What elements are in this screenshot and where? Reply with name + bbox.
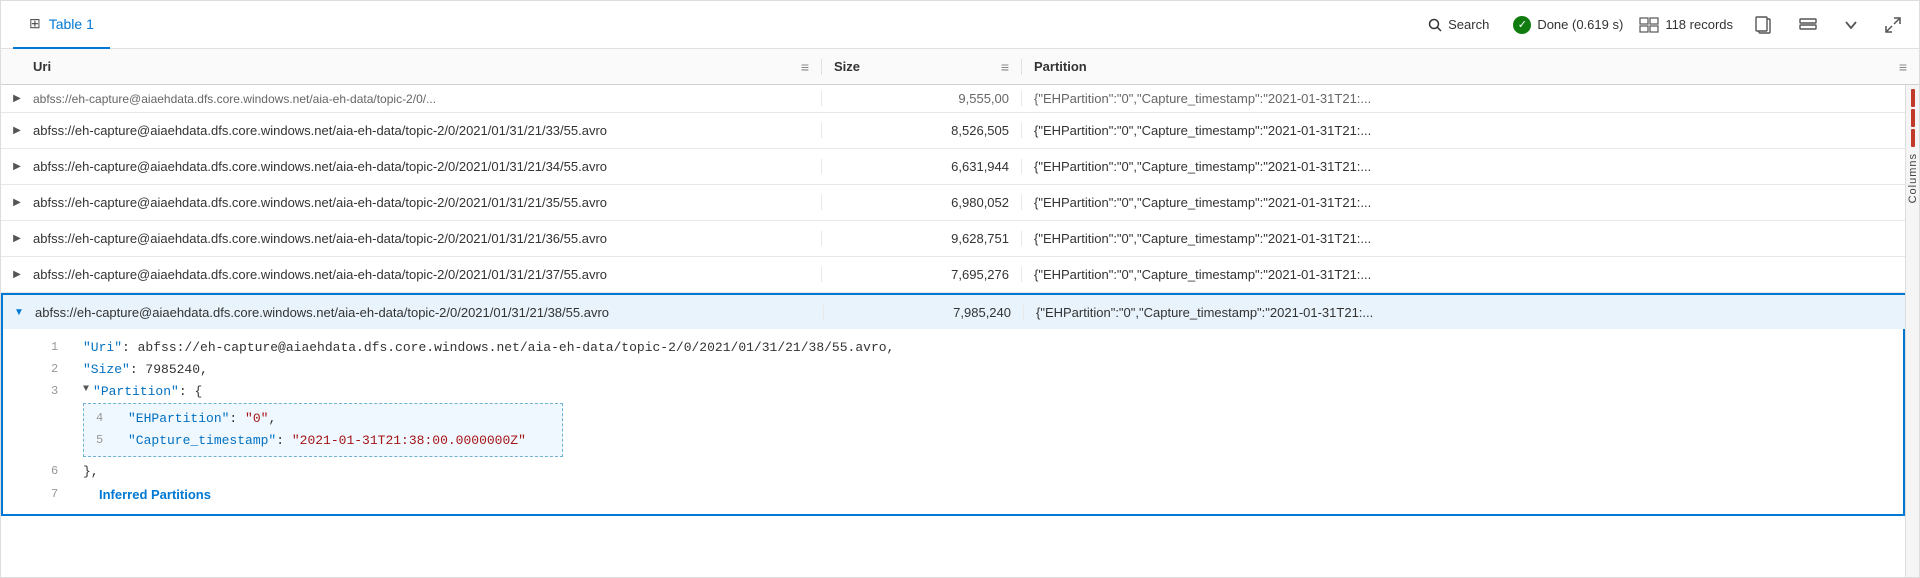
records-icon [1639, 17, 1659, 33]
row-uri: abfss://eh-capture@aiaehdata.dfs.core.wi… [33, 123, 821, 138]
row-expand-icon[interactable]: ▶ [1, 161, 33, 172]
layout-button[interactable] [1793, 14, 1823, 36]
app-container: ⊞ Table 1 Search ✓ Done (0.619 s) [0, 0, 1920, 578]
table-row[interactable]: ▶ abfss://eh-capture@aiaehdata.dfs.core.… [1, 149, 1919, 185]
row-size: 6,980,052 [821, 195, 1021, 210]
row-expand-icon[interactable]: ▶ [1, 197, 33, 208]
row-expand-icon[interactable]: ▶ [1, 93, 33, 104]
col-header-uri: Uri ≡ [1, 59, 821, 75]
detail-line-6: 6 }, [51, 461, 1891, 483]
row-uri: abfss://eh-capture@aiaehdata.dfs.core.wi… [33, 231, 821, 246]
records-count: 118 records [1639, 17, 1733, 33]
row-partition: {"EHPartition":"0","Capture_timestamp":"… [1021, 159, 1919, 174]
uri-col-menu-icon[interactable]: ≡ [801, 59, 809, 75]
columns-label: Columns [1907, 153, 1919, 203]
col-indicator-bar [1911, 89, 1915, 107]
detail-line-4: 4 "EHPartition": "0", [96, 408, 542, 430]
row-uri: abfss://eh-capture@aiaehdata.dfs.core.wi… [33, 159, 821, 174]
search-label: Search [1448, 17, 1489, 32]
done-check-icon: ✓ [1513, 16, 1531, 34]
search-icon [1428, 18, 1442, 32]
layout-icon [1799, 18, 1817, 32]
row-partition: {"EHPartition":"0","Capture_timestamp":"… [1021, 195, 1919, 210]
table-row[interactable]: ▶ abfss://eh-capture@aiaehdata.dfs.core.… [1, 113, 1919, 149]
row-uri: abfss://eh-capture@aiaehdata.dfs.core.wi… [35, 305, 823, 320]
records-label: 118 records [1665, 17, 1733, 32]
detail-line-3: 3 ▼ "Partition": { [51, 381, 1891, 403]
status-label: Done (0.619 s) [1537, 17, 1623, 32]
table-row[interactable]: ▶ abfss://eh-capture@aiaehdata.dfs.core.… [1, 85, 1919, 113]
chevron-down-icon [1845, 21, 1857, 29]
row-partition: {"EHPartition":"0","Capture_timestamp":"… [1021, 123, 1919, 138]
row-uri: abfss://eh-capture@aiaehdata.dfs.core.wi… [33, 195, 821, 210]
detail-line-5: 5 "Capture_timestamp": "2021-01-31T21:38… [96, 430, 542, 452]
row-expand-icon[interactable]: ▶ [1, 233, 33, 244]
col-indicator-bar [1911, 129, 1915, 147]
row-uri: abfss://eh-capture@aiaehdata.dfs.core.wi… [33, 92, 821, 106]
row-detail: 1 "Uri": abfss://eh-capture@aiaehdata.df… [1, 329, 1905, 516]
row-size: 7,695,276 [821, 267, 1021, 282]
table-area: Uri ≡ Size ≡ Partition ≡ ▶ abfss://eh-ca… [1, 49, 1919, 577]
expand-icon [1885, 17, 1901, 33]
inferred-partitions-label: Inferred Partitions [99, 484, 211, 506]
row-size: 7,985,240 [823, 305, 1023, 320]
table-body: ▶ abfss://eh-capture@aiaehdata.dfs.core.… [1, 85, 1919, 577]
row-partition: {"EHPartition":"0","Capture_timestamp":"… [1021, 267, 1919, 282]
table-row[interactable]: ▶ abfss://eh-capture@aiaehdata.dfs.core.… [1, 257, 1919, 293]
columns-panel: Columns [1905, 85, 1919, 577]
copy-icon [1755, 16, 1771, 34]
copy-button[interactable] [1749, 12, 1777, 38]
detail-expand-icon[interactable]: ▼ [83, 381, 89, 398]
col-indicator-bar [1911, 109, 1915, 127]
detail-popup: 4 "EHPartition": "0", 5 "Capture_timesta… [83, 403, 1891, 457]
row-partition: {"EHPartition":"0","Capture_timestamp":"… [1023, 305, 1917, 320]
table-header: Uri ≡ Size ≡ Partition ≡ [1, 49, 1919, 85]
detail-line-2: 2 "Size": 7985240, [51, 359, 1891, 381]
search-button[interactable]: Search [1420, 13, 1497, 36]
col-header-partition: Partition ≡ [1021, 59, 1919, 75]
table-row-selected[interactable]: ▼ abfss://eh-capture@aiaehdata.dfs.core.… [1, 293, 1919, 329]
detail-line-1: 1 "Uri": abfss://eh-capture@aiaehdata.df… [51, 337, 1891, 359]
row-partition: {"EHPartition":"0","Capture_timestamp":"… [1021, 91, 1919, 106]
tab-table1[interactable]: ⊞ Table 1 [13, 1, 110, 49]
tab-label: Table 1 [49, 16, 94, 32]
table-row[interactable]: ▶ abfss://eh-capture@aiaehdata.dfs.core.… [1, 185, 1919, 221]
row-expand-icon[interactable]: ▶ [1, 269, 33, 280]
detail-line-7: 7 Inferred Partitions [51, 484, 1891, 506]
partition-col-menu-icon[interactable]: ≡ [1899, 59, 1907, 75]
row-size: 8,526,505 [821, 123, 1021, 138]
size-col-menu-icon[interactable]: ≡ [1001, 59, 1009, 75]
row-size: 6,631,944 [821, 159, 1021, 174]
table-icon: ⊞ [29, 15, 41, 32]
status-done: ✓ Done (0.619 s) [1513, 16, 1623, 34]
toolbar-right: Search ✓ Done (0.619 s) 118 records [1420, 12, 1907, 38]
expand-button[interactable] [1879, 13, 1907, 37]
table-row[interactable]: ▶ abfss://eh-capture@aiaehdata.dfs.core.… [1, 221, 1919, 257]
chevron-button[interactable] [1839, 17, 1863, 33]
row-size: 9,628,751 [821, 231, 1021, 246]
row-expand-icon[interactable]: ▼ [3, 307, 35, 318]
row-uri: abfss://eh-capture@aiaehdata.dfs.core.wi… [33, 267, 821, 282]
tab-bar: ⊞ Table 1 Search ✓ Done (0.619 s) [1, 1, 1919, 49]
row-partition: {"EHPartition":"0","Capture_timestamp":"… [1021, 231, 1919, 246]
row-size: 9,555,00 [821, 91, 1021, 106]
col-header-size: Size ≡ [821, 59, 1021, 75]
row-expand-icon[interactable]: ▶ [1, 125, 33, 136]
